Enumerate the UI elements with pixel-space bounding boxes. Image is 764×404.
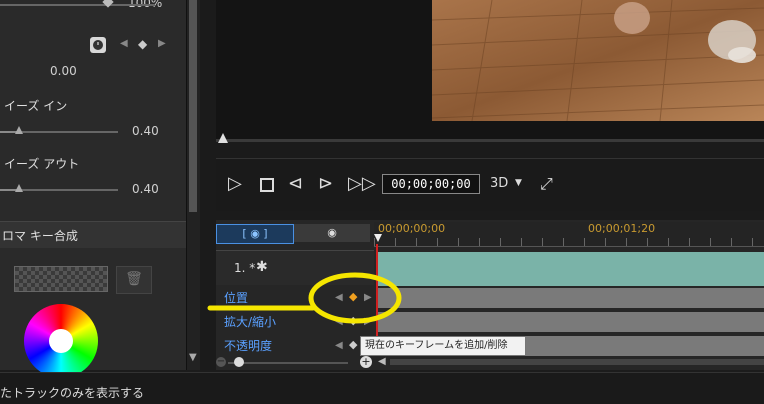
- keyframe-diamond-icon[interactable]: ◆: [138, 37, 147, 51]
- next-frame-icon[interactable]: ⊳: [318, 173, 333, 194]
- scroll-left-icon[interactable]: ◀: [378, 356, 386, 367]
- 3d-mode-button[interactable]: 3D: [490, 176, 508, 191]
- position-track[interactable]: [378, 288, 764, 308]
- timeline-hscrollbar[interactable]: [390, 359, 764, 365]
- zoom-out-icon[interactable]: −: [216, 357, 226, 367]
- ease-in-slider-thumb[interactable]: [14, 126, 23, 134]
- ruler-start-time: 00;00;00;00: [378, 222, 446, 235]
- prev-frame-icon[interactable]: ⊲: [288, 173, 303, 194]
- play-icon[interactable]: ▷: [228, 173, 242, 194]
- chroma-key-header[interactable]: ロマ キー合成: [0, 221, 186, 248]
- playback-progress-thumb[interactable]: [218, 133, 228, 143]
- left-panel: 100% ◀ ◆ ▶ 0.00 イーズ イン 0.40 イーズ アウト 0.40…: [0, 0, 186, 378]
- row-label-opacity[interactable]: 不透明度: [224, 337, 272, 354]
- next-keyframe-icon[interactable]: ▶: [158, 38, 166, 49]
- top-slider-track[interactable]: [0, 4, 155, 6]
- video-image: [432, 0, 764, 121]
- opacity-prev-keyframe-icon[interactable]: ◀: [335, 340, 343, 351]
- color-wheel-center: [49, 329, 73, 353]
- scrollbar-thumb[interactable]: [189, 0, 197, 212]
- keyframe-reset-icon[interactable]: [90, 37, 106, 53]
- status-text: たトラックのみを表示する: [0, 386, 145, 400]
- fullscreen-icon[interactable]: ⤢: [540, 174, 553, 194]
- chroma-key-label: ロマ キー合成: [2, 229, 78, 243]
- ruler-mid-time: 00;00;01;20: [588, 222, 656, 235]
- ease-in-value: 0.40: [132, 124, 159, 138]
- scroll-down-icon[interactable]: ▼: [189, 352, 197, 363]
- opacity-keyframe-icon[interactable]: ◆: [349, 338, 357, 351]
- keyframe-tooltip: 現在のキーフレームを追加/削除: [360, 336, 526, 356]
- clip-bar[interactable]: [378, 252, 764, 286]
- color-wheel-icon[interactable]: [24, 304, 98, 378]
- ease-out-slider-thumb[interactable]: [14, 184, 23, 192]
- video-frame: [432, 0, 764, 121]
- stop-icon[interactable]: [260, 178, 274, 192]
- ruler-ticks: [374, 238, 764, 246]
- playback-progress-track[interactable]: [216, 139, 764, 142]
- ease-out-label: イーズ アウト: [4, 157, 80, 171]
- 3d-dropdown-icon[interactable]: ▼: [515, 178, 522, 188]
- zoom-slider-track[interactable]: [228, 362, 348, 364]
- zoom-in-icon[interactable]: +: [360, 356, 372, 368]
- trash-icon[interactable]: 🗑: [116, 266, 152, 294]
- timeline-ruler[interactable]: 00;00;00;00 00;00;01;20: [374, 222, 764, 247]
- timecode-display[interactable]: 00;00;00;00: [382, 174, 480, 194]
- scale-track[interactable]: [378, 312, 764, 332]
- ease-out-value: 0.40: [132, 182, 159, 196]
- keyframe-value: 0.00: [50, 64, 77, 78]
- highlight-annotation: [207, 272, 402, 324]
- fast-forward-icon[interactable]: ▷▷: [348, 173, 376, 194]
- ease-in-label: イーズ イン: [4, 99, 68, 113]
- zoom-slider-thumb[interactable]: [234, 357, 244, 367]
- prev-keyframe-icon[interactable]: ◀: [120, 38, 128, 49]
- left-panel-scrollbar[interactable]: ▼: [186, 0, 201, 370]
- tab-clock-view[interactable]: ◉: [294, 224, 370, 242]
- tab-track-view[interactable]: [ ◉ ]: [216, 224, 294, 244]
- color-swatch[interactable]: [14, 266, 108, 292]
- status-bar: たトラックのみを表示する: [0, 372, 764, 404]
- playhead-marker[interactable]: [374, 234, 382, 242]
